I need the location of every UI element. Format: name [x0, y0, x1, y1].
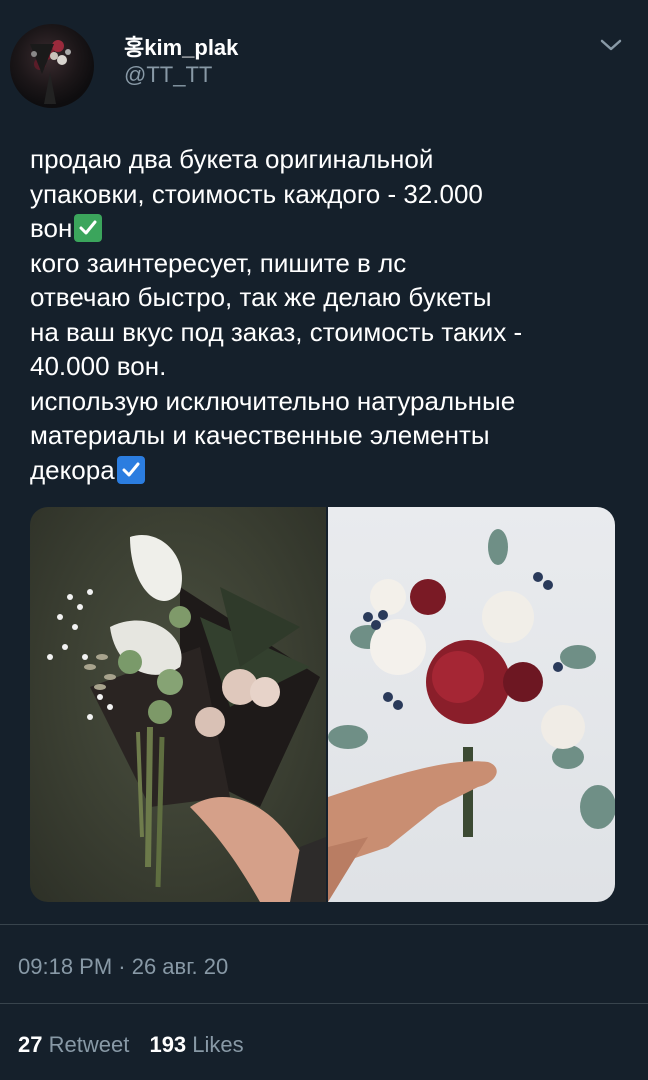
- author-name[interactable]: 홍kim_plak: [124, 30, 238, 62]
- checkmark-green-icon: [74, 214, 103, 242]
- retweet-count: 27: [18, 1032, 43, 1057]
- photo-bouquet-right[interactable]: [328, 507, 615, 902]
- tweet-line: кого заинтересует, пишите в лс: [30, 247, 407, 278]
- tweet-media[interactable]: [30, 507, 615, 902]
- retweet-stat[interactable]: 27 Retweet: [18, 1032, 129, 1057]
- tweet-line-with-check: вон: [30, 211, 620, 246]
- tweet-text: продаю два букета оригинальной упаковки,…: [30, 142, 620, 487]
- tweet-line: отвечаю быстро, так же делаю букеты: [30, 282, 492, 312]
- avatar-bouquet-image: [30, 40, 71, 104]
- divider: [0, 924, 648, 925]
- tweet-line-with-check: декора: [30, 453, 620, 488]
- likes-label: Likes: [192, 1032, 244, 1057]
- divider: [0, 1003, 648, 1004]
- likes-count: 193: [149, 1032, 187, 1057]
- tweet-line: материалы и качественные элементы: [30, 420, 490, 450]
- tweet-line: 40.000 вон.: [30, 351, 167, 381]
- author-avatar[interactable]: [10, 24, 94, 108]
- likes-stat[interactable]: 193 Likes: [149, 1032, 243, 1057]
- author-handle[interactable]: @TT_TT: [124, 62, 212, 88]
- bouquet-right-illustration: [328, 529, 615, 902]
- checkmark-blue-icon: [116, 455, 145, 484]
- tweet-line: на ваш вкус под заказ, стоимость таких -: [30, 316, 523, 347]
- photo-bouquet-left[interactable]: [30, 507, 326, 902]
- retweet-label: Retweet: [48, 1032, 130, 1057]
- tweet-line: использую исключительно натуральные: [30, 385, 516, 416]
- tweet-stats: 27 Retweet 193 Likes: [18, 1032, 244, 1058]
- tweet-line: продаю два букета оригинальной: [30, 144, 434, 174]
- tweet-line-text: вон: [30, 213, 73, 243]
- tweet-line: упаковки, стоимость каждого - 32.000: [30, 178, 483, 209]
- bouquet-left-illustration: [47, 535, 326, 902]
- chevron-down-icon[interactable]: [598, 34, 624, 56]
- tweet-line-text: декора: [30, 454, 115, 485]
- tweet-timestamp[interactable]: 09:18 PM · 26 авг. 20: [18, 954, 228, 980]
